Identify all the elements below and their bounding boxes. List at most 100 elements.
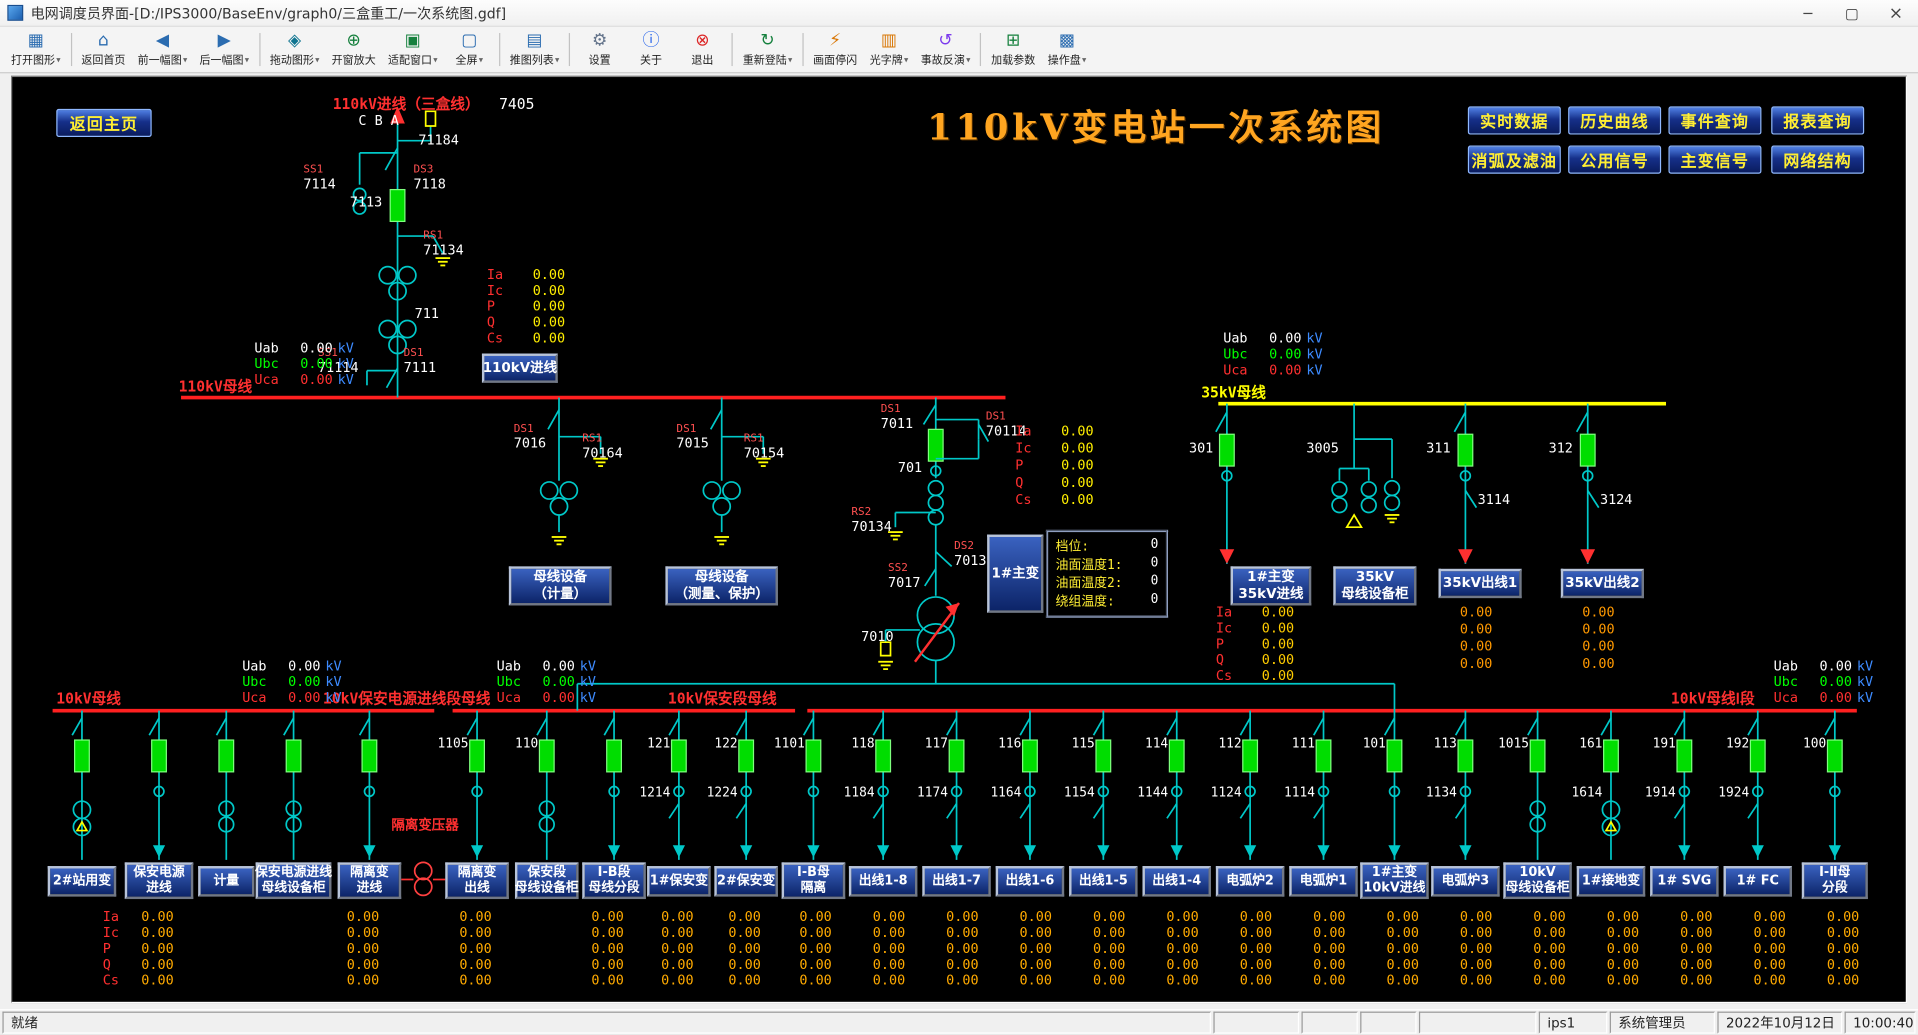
incoming-110kv-button[interactable]: 110kV进线 [482,354,558,383]
nav-button-event-query[interactable]: 事件查询 [1668,106,1761,134]
bay-button-114[interactable]: 出线1-4 [1142,866,1211,897]
bay-button-1015[interactable]: 10kV母线设备柜 [1503,862,1572,899]
toolbar-button-pan-graphic[interactable]: ◈拖动图形▾ [264,28,326,71]
toolbar-separator [70,33,71,66]
breaker-symbol[interactable] [470,740,485,772]
bay-button-122[interactable]: 2#保安变 [714,866,778,897]
breaker-symbol[interactable] [362,740,377,772]
toolbar-button-relogin[interactable]: ↻重新登陆▾ [737,28,799,71]
bus-equip-measure-protect-button[interactable]: 母线设备（测量、保护） [665,566,778,605]
home-button[interactable]: 返回主页 [56,109,151,137]
nav-button-network-structure[interactable]: 网络结构 [1771,146,1864,174]
nav-button-history-curve[interactable]: 历史曲线 [1568,106,1661,134]
breaker-symbol[interactable] [739,740,754,772]
nav-button-main-transformer-signal[interactable]: 主变信号 [1668,146,1761,174]
toolbar-button-accident-replay[interactable]: ↺事故反演▾ [915,28,977,71]
toolbar-button-zoom-in-window[interactable]: ⊕开窗放大 [326,28,382,71]
breaker-symbol[interactable] [539,740,554,772]
maximize-button[interactable]: ▢ [1830,0,1874,26]
voltage-value: 0.00 [279,691,321,704]
toolbar-button-about[interactable]: ⓘ关于 [625,28,676,71]
breaker-symbol[interactable] [1458,740,1473,772]
breaker-symbol[interactable] [607,740,622,772]
breaker-symbol[interactable] [1169,740,1184,772]
bay-button-2[interactable]: 计量 [198,866,254,897]
breaker-symbol[interactable] [75,740,90,772]
diagram-canvas[interactable]: 110kV变电站一次系统图 110kV进线（三盒线）7405C B ASS171… [11,76,1907,1003]
bus-equip-metering-button[interactable]: 母线设备（计量） [509,566,612,605]
breaker-symbol[interactable] [806,740,821,772]
bay-button-1[interactable]: 保安电源进线 [125,862,193,899]
outgoing-35kv-1-button[interactable]: 35kV出线1 [1438,569,1521,598]
bay-button-101[interactable]: 1#主变10kV进线 [1360,862,1429,899]
toolbar-button-prev-image[interactable]: ◀前一幅图▾ [132,28,194,71]
breaker-symbol[interactable] [1458,434,1473,466]
bay-button-121[interactable]: 1#保安变 [647,866,711,897]
nav-button-common-signal[interactable]: 公用信号 [1568,146,1661,174]
breaker-symbol[interactable] [928,429,943,461]
breaker-symbol[interactable] [1827,740,1842,772]
breaker-symbol[interactable] [876,740,891,772]
minimize-button[interactable]: ─ [1786,0,1830,26]
bay-button-117[interactable]: 出线1-7 [922,866,990,897]
bay-button-0[interactable]: 2#站用变 [48,866,116,897]
breaker-symbol[interactable] [1023,740,1038,772]
toolbar-button-exit[interactable]: ⊗退出 [677,28,728,71]
bay-button-111[interactable]: 电弧炉1 [1289,866,1358,897]
tx1-35kv-incoming-button[interactable]: 1#主变35kV进线 [1231,566,1312,605]
breaker-symbol[interactable] [1580,434,1595,466]
toolbar-button-load-params[interactable]: ⊞加载参数 [985,28,1041,71]
bay-button-1105[interactable]: 隔离变出线 [445,862,509,899]
bay-button-118[interactable]: 出线1-8 [849,866,918,897]
bay-button-100[interactable]: I-Ⅱ母分段 [1802,862,1868,899]
toolbar-button-operation-panel[interactable]: ▩操作盘▾ [1041,28,1092,71]
breaker-symbol[interactable] [1677,740,1692,772]
breaker-symbol[interactable] [1530,740,1545,772]
bay-button-191[interactable]: 1# SVG [1650,866,1719,897]
voltage-value: 0.00 [1260,363,1302,376]
nav-button-arc-suppression-filter[interactable]: 消弧及滤油 [1468,146,1561,174]
bay-button-192[interactable]: 1# FC [1724,866,1793,897]
bay-button-7[interactable]: I-B段母线分段 [582,862,646,899]
outgoing-35kv-2-button[interactable]: 35kV出线2 [1561,569,1644,598]
toolbar-button-fit-window[interactable]: ▣适配窗口▾ [382,28,444,71]
main-transformer-button[interactable]: 1#主变 [987,535,1043,613]
breaker-symbol[interactable] [286,740,301,772]
bay-button-3[interactable]: 保安电源进线母线设备柜 [256,862,332,899]
breaker-symbol[interactable] [1604,740,1619,772]
toolbar-button-next-image[interactable]: ▶后一幅图▾ [193,28,255,71]
toolbar-button-stop-flash[interactable]: ⚡画面停闪 [807,28,863,71]
breaker-symbol[interactable] [390,190,405,222]
toolbar-button-home[interactable]: ⌂返回首页 [75,28,131,71]
toolbar-button-push-list[interactable]: ▤推图列表▾ [504,28,566,71]
nav-button-realtime-data[interactable]: 实时数据 [1468,106,1561,134]
bay-button-110[interactable]: 保安段母线设备柜 [515,862,579,899]
toolbar-button-settings[interactable]: ⚙设置 [574,28,625,71]
bay-button-113[interactable]: 电弧炉3 [1431,866,1500,897]
toolbar-button-fullscreen[interactable]: ▢全屏▾ [444,28,495,71]
breaker-symbol[interactable] [1243,740,1258,772]
bay-button-161[interactable]: 1#接地变 [1577,866,1646,897]
close-button[interactable]: × [1874,0,1918,26]
breaker-symbol[interactable] [1387,740,1402,772]
bay-button-115[interactable]: 出线1-5 [1069,866,1137,897]
breaker-symbol[interactable] [1316,740,1331,772]
bay-button-116[interactable]: 出线1-6 [996,866,1064,897]
wire [669,804,679,819]
toolbar-button-open-graphic[interactable]: ▦打开图形▾ [5,28,67,71]
breaker-symbol[interactable] [1750,740,1765,772]
breaker-symbol[interactable] [219,740,234,772]
bay-button-4[interactable]: 隔离变进线 [338,862,402,899]
breaker-symbol[interactable] [152,740,167,772]
cabinet-35kv-bus-button[interactable]: 35kV母线设备柜 [1333,566,1416,605]
bay-button-1101[interactable]: I-B母隔离 [782,862,846,899]
breaker-symbol[interactable] [949,740,964,772]
tap-position: 档位:0 [1056,537,1159,555]
bay-button-112[interactable]: 电弧炉2 [1216,866,1285,897]
measurement-value: 0.00 [930,926,979,940]
nav-button-report-query[interactable]: 报表查询 [1771,106,1864,134]
breaker-symbol[interactable] [672,740,687,772]
breaker-symbol[interactable] [1220,434,1235,466]
breaker-symbol[interactable] [1096,740,1111,772]
toolbar-button-light-board[interactable]: ▥光字牌▾ [863,28,914,71]
